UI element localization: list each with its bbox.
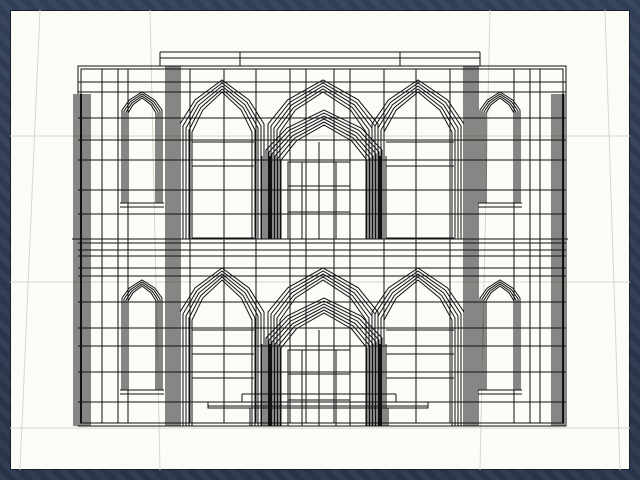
arcade-arch-1-ring-4: [188, 88, 256, 239]
portal-ring-2: [268, 112, 380, 239]
portal-ring-5: [277, 309, 371, 426]
arcade-arch-1-ring-3: [185, 273, 259, 426]
arcade-arch-1-ring-4: [188, 276, 256, 426]
lancet-window-2-ring-3: [483, 283, 517, 390]
pillar-1: [72, 94, 92, 426]
portal-ring-2: [268, 300, 380, 426]
portal-story-2: [261, 297, 387, 427]
window-frame: [0, 0, 640, 480]
lancet-window-2-ring-3: [483, 95, 517, 203]
arcade-arch-3-ring-4: [380, 88, 456, 239]
ground-balustrade: [207, 393, 429, 426]
portal-ring-6: [280, 124, 368, 239]
arcade-arch-3-ring-2: [374, 82, 462, 239]
viewport[interactable]: [10, 10, 630, 470]
arcade-arch-2-ring-2: [270, 270, 376, 426]
lancet-window-1-ring-3: [125, 283, 159, 390]
arcade-arch-3-ring-3: [377, 85, 459, 239]
portal-ring-6: [280, 312, 368, 426]
construction-guides: [10, 10, 630, 470]
arcade-arch-2-ring-2: [270, 82, 376, 239]
arcade-arch-3-ring-3: [377, 273, 459, 426]
arcade-arch-2-ring-4: [276, 88, 370, 239]
pillar-4: [550, 94, 568, 426]
arcade-arch-3-ring-4: [380, 276, 456, 426]
arcade-arch-1-ring-2: [182, 270, 262, 426]
arcade-arch-2-ring-4: [276, 276, 370, 426]
arcade-arch-1-ring-3: [185, 85, 259, 239]
arcade-arch-1-ring-2: [182, 82, 262, 239]
wireframe-facade: [10, 10, 630, 470]
portal-story-1: [261, 109, 387, 240]
lancet-window-2-ring-4: [485, 97, 515, 203]
arcade-arch-3-ring-2: [374, 270, 462, 426]
